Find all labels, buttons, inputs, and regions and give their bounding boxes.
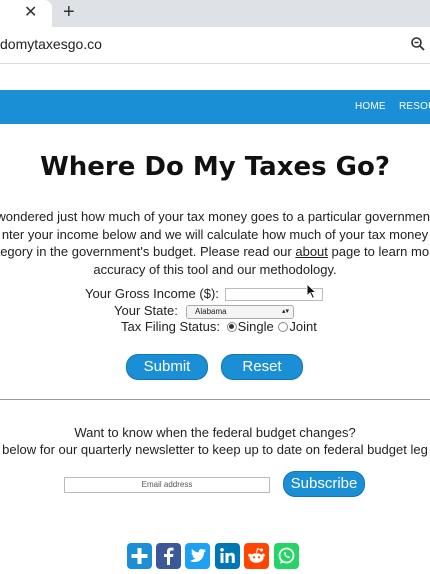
- income-label: Your Gross Income ($):: [85, 286, 219, 301]
- newsletter-line: below for our quarterly newsletter to ke…: [2, 442, 428, 457]
- intro-paragraph: wondered just how much of your tax money…: [0, 208, 430, 278]
- newsletter-line: Want to know when the federal budget cha…: [74, 425, 356, 440]
- section-divider: [0, 399, 430, 400]
- filing-status-label: Tax Filing Status:: [121, 319, 220, 334]
- whatsapp-icon[interactable]: [274, 543, 299, 569]
- site-navbar: HOME RESOU: [0, 90, 430, 124]
- address-bar[interactable]: domytaxesgo.co: [0, 27, 430, 64]
- single-label[interactable]: Single: [238, 319, 274, 334]
- linkedin-icon[interactable]: [215, 543, 240, 569]
- subscribe-button[interactable]: Subscribe: [283, 471, 365, 497]
- select-arrows-icon: ▴▾: [281, 308, 289, 315]
- reddit-icon[interactable]: [244, 543, 269, 569]
- browser-tab[interactable]: ✕: [0, 0, 52, 27]
- intro-line: tegory in the government's budget. Pleas…: [0, 243, 430, 261]
- reset-button[interactable]: Reset: [221, 354, 303, 380]
- intro-line: wondered just how much of your tax money…: [0, 209, 430, 224]
- new-tab-icon[interactable]: +: [63, 1, 75, 23]
- mouse-cursor-icon: [306, 283, 318, 300]
- tab-close-icon[interactable]: ✕: [24, 3, 37, 23]
- twitter-icon[interactable]: [185, 543, 210, 569]
- newsletter-text: Want to know when the federal budget cha…: [0, 424, 430, 458]
- zoom-icon[interactable]: [410, 36, 426, 52]
- state-label: Your State:: [114, 303, 178, 318]
- state-select[interactable]: Alabama ▴▾: [186, 305, 294, 319]
- state-selected-value: Alabama: [195, 307, 227, 316]
- nav-resources-link[interactable]: RESOU: [399, 101, 430, 112]
- intro-text: tegory in the government's budget. Pleas…: [0, 244, 296, 259]
- joint-label[interactable]: Joint: [289, 319, 316, 334]
- nav-home-link[interactable]: HOME: [355, 101, 386, 112]
- income-row: Your Gross Income ($):: [85, 286, 219, 301]
- intro-line: nter your income below and we will calcu…: [1, 226, 429, 242]
- url-text[interactable]: domytaxesgo.co: [0, 36, 102, 52]
- addthis-icon[interactable]: [127, 543, 152, 569]
- about-link[interactable]: about: [295, 244, 328, 259]
- joint-radio[interactable]: [278, 321, 289, 332]
- email-input[interactable]: Email address: [64, 477, 270, 493]
- intro-text: page to learn mor: [327, 244, 430, 259]
- page-title: Where Do My Taxes Go?: [40, 152, 390, 182]
- browser-tab-bar: ✕ +: [0, 0, 430, 27]
- filing-status-row: Tax Filing Status: Single Joint: [121, 319, 317, 334]
- intro-line: accuracy of this tool and our methodolog…: [93, 261, 337, 277]
- state-row: Your State:: [114, 303, 178, 318]
- facebook-icon[interactable]: [156, 543, 181, 569]
- submit-button[interactable]: Submit: [126, 354, 208, 380]
- single-radio[interactable]: [226, 321, 237, 332]
